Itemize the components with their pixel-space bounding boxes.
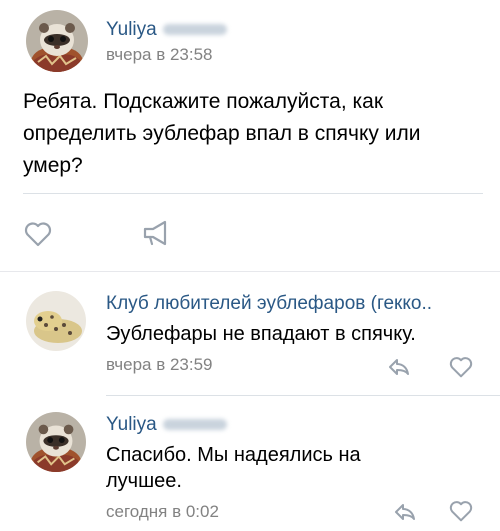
megaphone-icon [141,219,173,247]
heart-icon [449,500,473,522]
heart-icon [449,356,473,378]
post-author-avatar[interactable] [26,10,88,72]
comment-2-author[interactable]: Yuliya [106,414,227,436]
section-divider [0,271,500,272]
comment-2-reply-button[interactable] [393,502,417,522]
comment-1-text: Эублефары не впадают в спячку. [106,323,416,345]
comment-1-like-button[interactable] [449,356,473,378]
post-divider [23,193,483,194]
post-timestamp[interactable]: вчера в 23:58 [106,45,213,65]
comment-1-timestamp[interactable]: вчера в 23:59 [106,355,213,375]
comment-1-avatar[interactable] [26,291,86,351]
post-author-first-name[interactable]: Yuliya [106,19,157,40]
comment-2-like-button[interactable] [449,500,473,522]
comment-1-reply-button[interactable] [387,357,411,377]
comment-2-text: Спасибо. Мы надеялись на лучшее. [106,444,361,492]
share-button[interactable] [141,219,173,247]
comment-2-author-first-name[interactable]: Yuliya [106,414,157,435]
comment-2-timestamp[interactable]: сегодня в 0:02 [106,502,219,522]
comment-1-author[interactable]: Клуб любителей эублефаров (гекко.. [106,293,432,315]
reply-arrow-icon [387,357,411,377]
comment-divider [106,395,500,396]
heart-icon [24,221,52,247]
comment-2-avatar[interactable] [26,412,86,472]
reply-arrow-icon [393,502,417,522]
like-button[interactable] [24,221,52,247]
post-text: Ребята. Подскажите пожалуйста, как опред… [23,90,421,177]
post-author-name[interactable]: Yuliya [106,19,227,41]
post-author-surname-blurred [162,24,227,36]
comment-2-author-surname-blurred [162,419,227,431]
